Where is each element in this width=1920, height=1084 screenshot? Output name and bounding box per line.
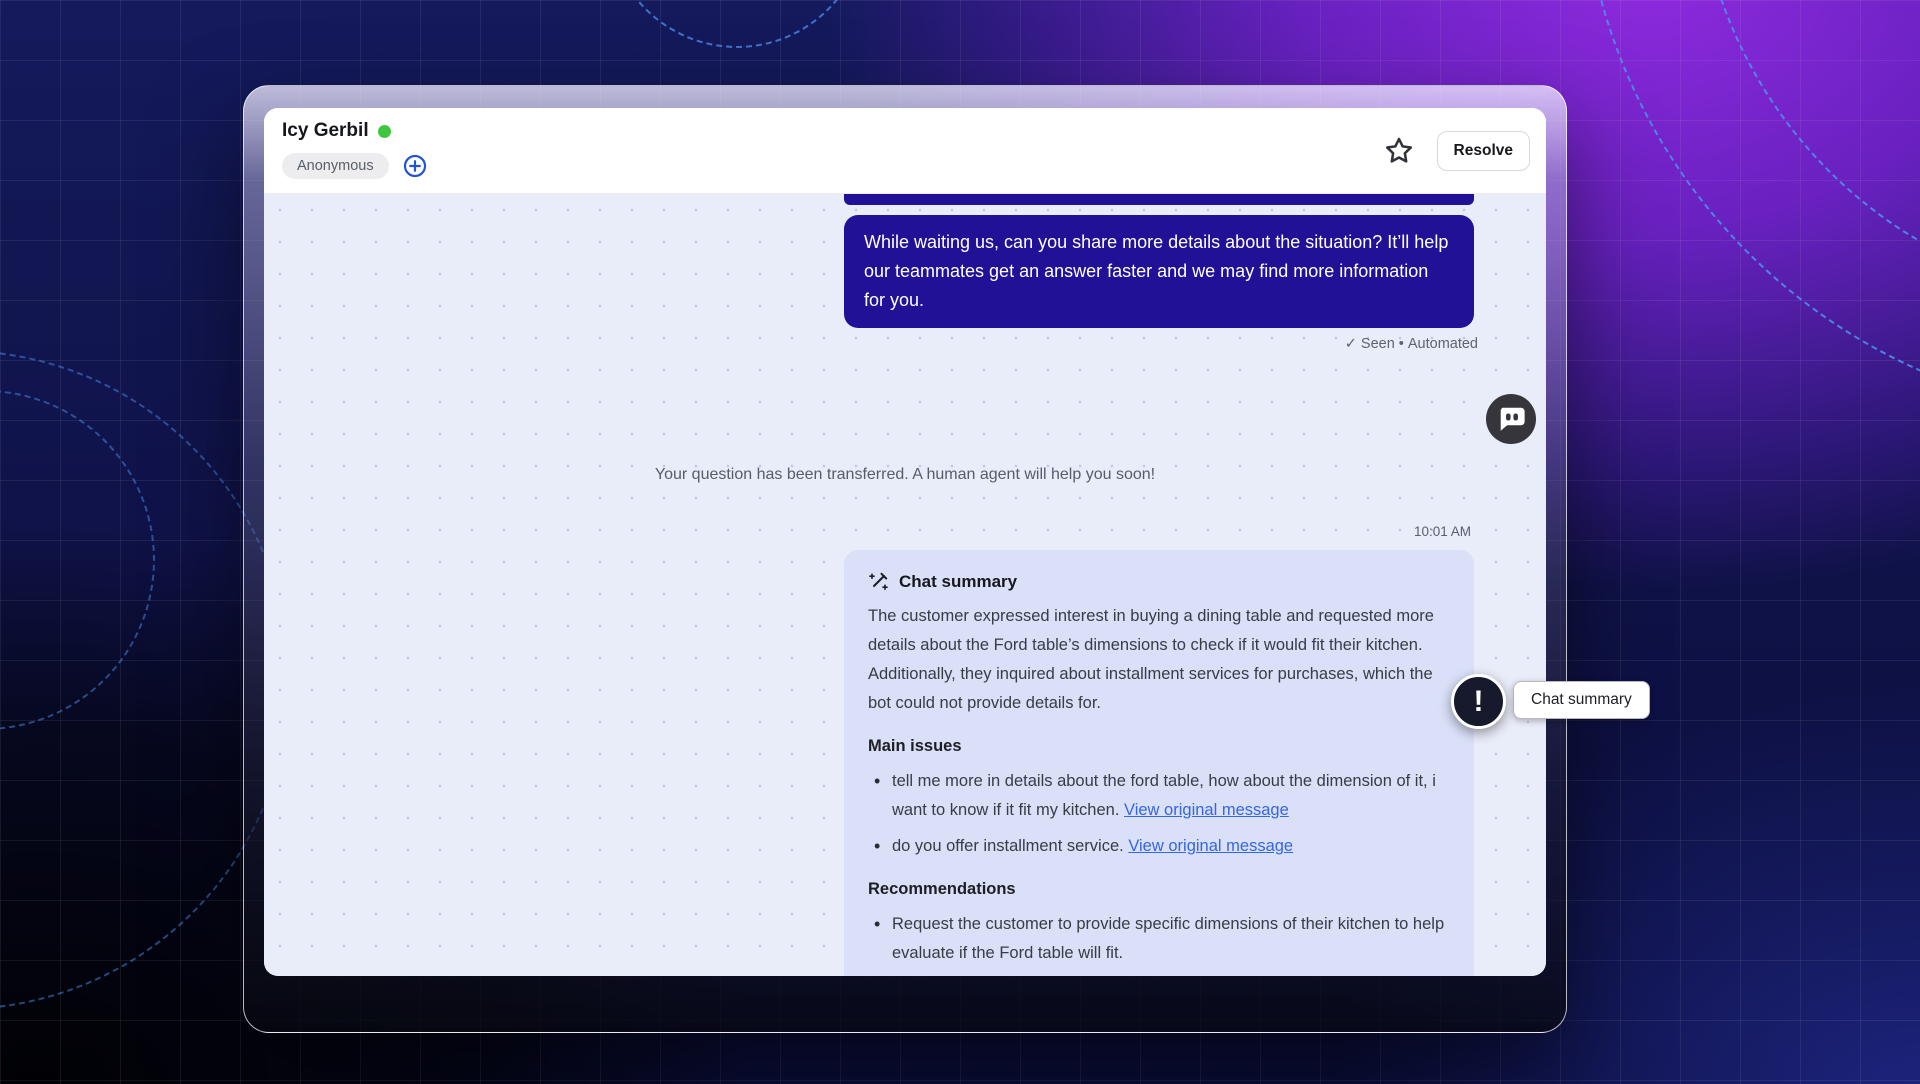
automated-label: Automated — [1408, 336, 1478, 352]
chat-summary-header: Chat summary — [868, 567, 1450, 596]
status-separator: • — [1399, 336, 1404, 352]
issue-text: do you offer installment service. — [892, 837, 1128, 855]
star-conversation-button[interactable] — [1383, 135, 1415, 167]
resolve-button[interactable]: Resolve — [1437, 131, 1530, 171]
magic-wand-icon — [868, 571, 889, 592]
chat-message-area[interactable]: While waiting us, can you share more det… — [264, 194, 1546, 976]
plus-circle-icon — [403, 154, 427, 178]
view-original-message-link[interactable]: View original message — [1128, 837, 1293, 855]
chat-summary-card: Chat summary The customer expressed inte… — [844, 550, 1474, 976]
previous-bot-message-cutoff — [844, 194, 1474, 205]
visitor-tags-row: Anonymous — [282, 153, 427, 179]
add-tag-button[interactable] — [403, 154, 427, 178]
main-issues-heading: Main issues — [868, 732, 1450, 761]
message-status: ✓Seen • Automated — [1345, 336, 1478, 352]
visitor-name: Icy Gerbil — [282, 120, 369, 142]
visitor-title-row: Icy Gerbil — [282, 120, 391, 142]
cursor-highlight-badge[interactable]: ! — [1451, 674, 1506, 729]
recommendations-list: Request the customer to provide specific… — [868, 910, 1450, 976]
bot-message-bubble: While waiting us, can you share more det… — [844, 215, 1474, 328]
summary-list-item: Advise the customer to contact the custo… — [868, 975, 1450, 976]
chat-window-content: Icy Gerbil Anonymous — [264, 108, 1546, 976]
system-message: Your question has been transferred. A hu… — [264, 466, 1546, 484]
recommendations-heading: Recommendations — [868, 875, 1450, 904]
bot-avatar-icon — [1486, 394, 1536, 444]
online-status-icon — [378, 125, 391, 138]
summary-list-item: Request the customer to provide specific… — [868, 910, 1450, 968]
view-original-message-link[interactable]: View original message — [1124, 801, 1289, 819]
main-issues-list: tell me more in details about the ford t… — [868, 767, 1450, 861]
summary-list-item: tell me more in details about the ford t… — [868, 767, 1450, 825]
seen-label: Seen — [1361, 336, 1395, 352]
star-icon — [1383, 135, 1415, 167]
seen-check-icon: ✓ — [1345, 336, 1357, 352]
message-timestamp: 10:01 AM — [1414, 524, 1471, 539]
chat-summary-tooltip: Chat summary — [1513, 681, 1650, 719]
chat-summary-intro: The customer expressed interest in buyin… — [868, 602, 1450, 718]
visitor-tag-badge: Anonymous — [282, 153, 389, 179]
chat-window: Icy Gerbil Anonymous — [243, 85, 1567, 1033]
header-actions: Resolve — [1383, 108, 1530, 194]
summary-list-item: do you offer installment service. View o… — [868, 832, 1450, 861]
conversation-header: Icy Gerbil Anonymous — [264, 108, 1546, 194]
exclamation-icon: ! — [1474, 687, 1484, 717]
chat-summary-title: Chat summary — [899, 567, 1017, 596]
